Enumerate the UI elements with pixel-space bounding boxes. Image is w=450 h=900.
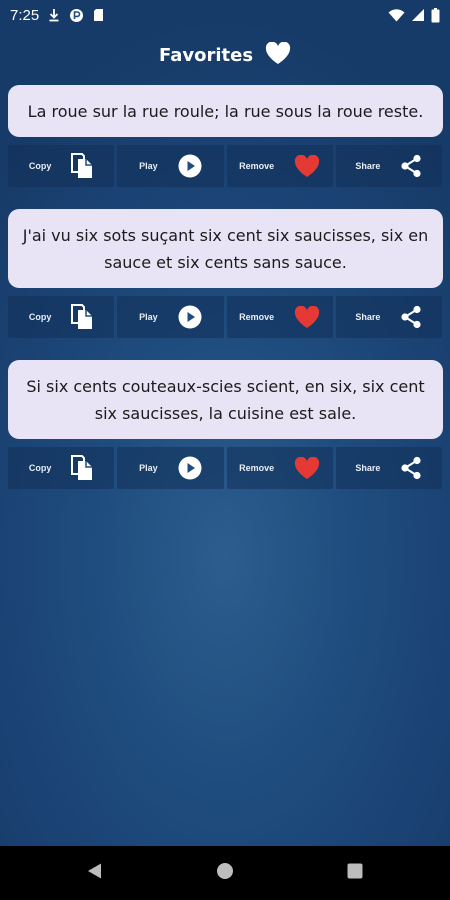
quote-card: Si six cents couteaux-scies scient, en s…: [8, 360, 443, 439]
p-badge-icon: [69, 8, 84, 23]
copy-label: Copy: [28, 463, 52, 473]
quote-card: La roue sur la rue roule; la rue sous la…: [8, 85, 443, 137]
copy-label: Copy: [28, 312, 52, 322]
favorite-item: Si six cents couteaux-scies scient, en s…: [0, 360, 450, 489]
remove-button[interactable]: Remove: [226, 296, 333, 338]
copy-button[interactable]: Copy: [8, 145, 115, 187]
heart-icon: [294, 154, 320, 178]
remove-label: Remove: [239, 463, 275, 473]
back-button[interactable]: [30, 846, 160, 900]
battery-icon: [431, 7, 440, 23]
status-bar: 7:25: [0, 0, 450, 30]
action-bar: Copy Play Remove Share: [8, 447, 442, 489]
system-nav-bar: [0, 846, 450, 900]
copy-icon: [71, 455, 93, 481]
play-icon: [178, 456, 202, 480]
share-label: Share: [355, 312, 381, 322]
share-label: Share: [355, 463, 381, 473]
home-button[interactable]: [160, 846, 290, 900]
copy-label: Copy: [28, 161, 52, 171]
back-icon: [86, 862, 104, 884]
play-label: Play: [139, 161, 158, 171]
home-icon: [216, 862, 234, 884]
copy-button[interactable]: Copy: [8, 296, 115, 338]
share-icon: [400, 305, 422, 329]
favorite-item: La roue sur la rue roule; la rue sous la…: [0, 85, 450, 187]
play-button[interactable]: Play: [117, 145, 224, 187]
heart-icon: [265, 41, 291, 69]
share-button[interactable]: Share: [335, 145, 442, 187]
play-label: Play: [139, 463, 158, 473]
share-label: Share: [355, 161, 381, 171]
remove-button[interactable]: Remove: [226, 447, 333, 489]
status-left: 7:25: [10, 7, 104, 24]
play-button[interactable]: Play: [117, 447, 224, 489]
heart-icon: [294, 305, 320, 329]
recents-button[interactable]: [290, 846, 420, 900]
remove-label: Remove: [239, 161, 275, 171]
play-icon: [178, 305, 202, 329]
recents-icon: [346, 862, 364, 884]
favorites-list: La roue sur la rue roule; la rue sous la…: [0, 85, 450, 511]
page-title: Favorites: [158, 44, 254, 66]
share-button[interactable]: Share: [335, 447, 442, 489]
download-icon: [48, 8, 60, 22]
share-button[interactable]: Share: [335, 296, 442, 338]
sd-card-icon: [93, 8, 104, 22]
copy-icon: [71, 153, 93, 179]
remove-label: Remove: [239, 312, 275, 322]
wifi-icon: [388, 8, 405, 22]
app-bar: Favorites: [0, 30, 450, 80]
share-icon: [400, 456, 422, 480]
heart-icon: [294, 456, 320, 480]
favorite-item: J'ai vu six sots suçant six cent six sau…: [0, 209, 450, 338]
quote-card: J'ai vu six sots suçant six cent six sau…: [8, 209, 443, 288]
status-right: [388, 7, 440, 23]
action-bar: Copy Play Remove Share: [8, 296, 442, 338]
status-time: 7:25: [10, 6, 40, 24]
copy-icon: [71, 304, 93, 330]
share-icon: [400, 154, 422, 178]
signal-icon: [411, 8, 425, 22]
remove-button[interactable]: Remove: [226, 145, 333, 187]
action-bar: Copy Play Remove Share: [8, 145, 442, 187]
play-icon: [178, 154, 202, 178]
play-label: Play: [139, 312, 158, 322]
play-button[interactable]: Play: [117, 296, 224, 338]
copy-button[interactable]: Copy: [8, 447, 115, 489]
